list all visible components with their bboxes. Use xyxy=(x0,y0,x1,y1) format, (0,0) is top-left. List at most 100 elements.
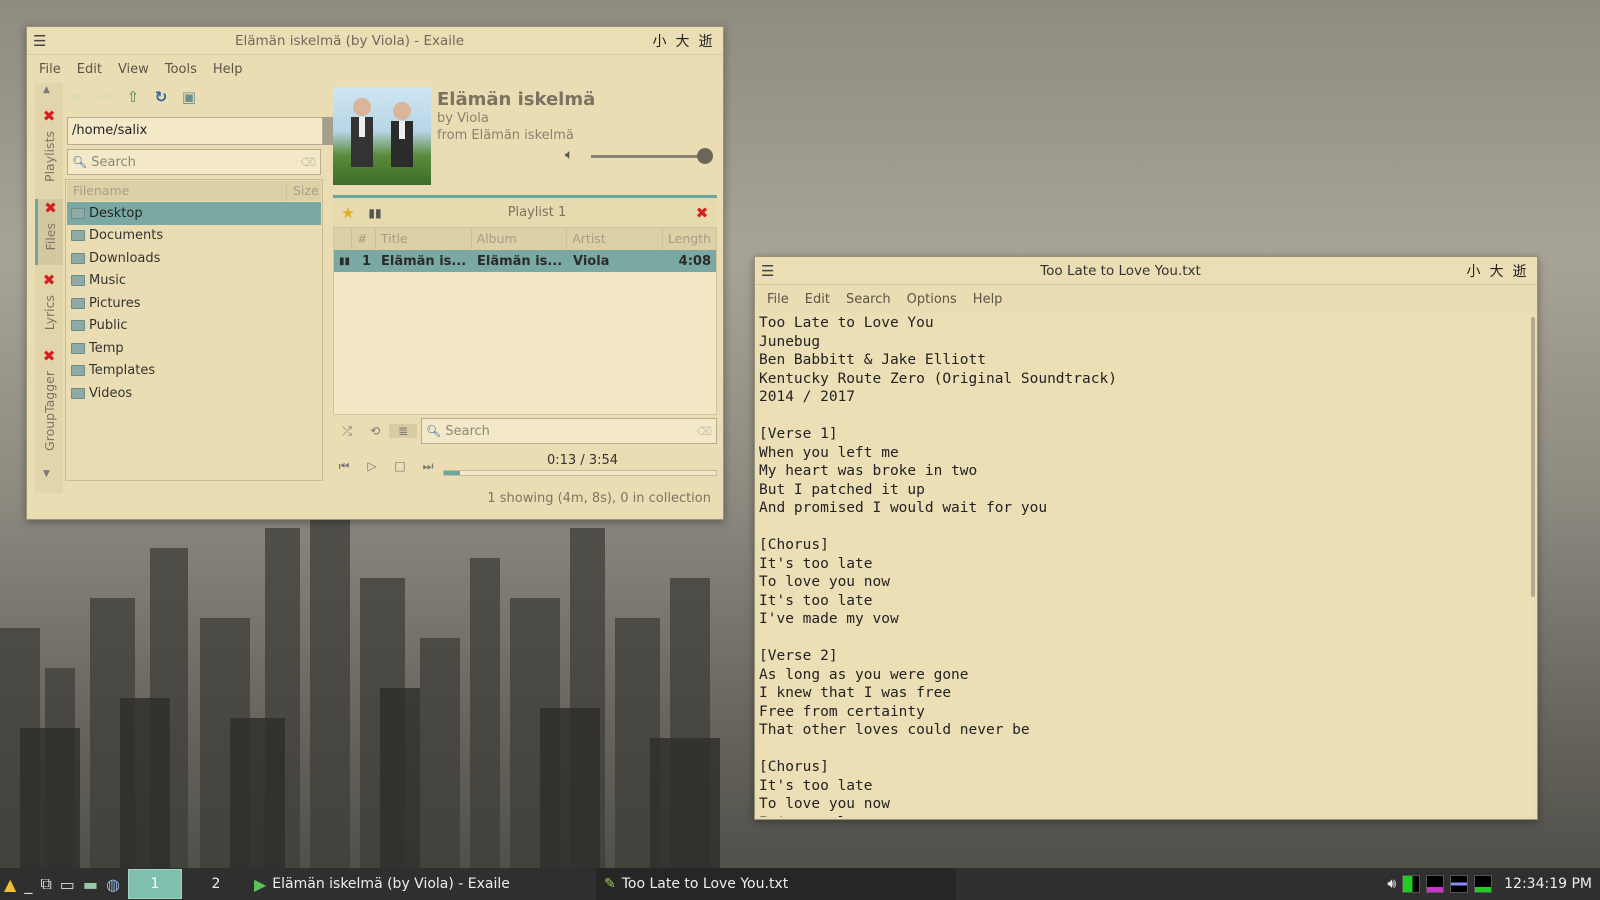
column-size[interactable]: Size xyxy=(287,181,321,201)
editor-app-icon: ✎ xyxy=(603,876,616,892)
repeat-icon[interactable]: ⟲ xyxy=(361,424,389,438)
pause-playlist-icon[interactable]: ▮▮ xyxy=(363,206,387,220)
column-length[interactable]: Length xyxy=(663,228,716,250)
list-item[interactable]: Videos xyxy=(67,382,321,405)
files-search-input[interactable]: 🔍︎ Search ⌫ xyxy=(67,149,321,175)
volume-icon[interactable]: 🔈︎ xyxy=(565,147,573,163)
column-title[interactable]: Title xyxy=(376,228,472,250)
file-manager-icon[interactable]: ▬ xyxy=(79,868,102,900)
volume-tray-icon[interactable]: 🔊︎ xyxy=(1387,876,1396,892)
list-item[interactable]: Public xyxy=(67,315,321,338)
tab-playlist-1[interactable]: Playlist 1 xyxy=(387,205,687,220)
close-tab-icon[interactable]: ✖ xyxy=(38,199,63,217)
album-art[interactable] xyxy=(333,87,431,185)
up-icon[interactable]: ⇧ xyxy=(123,87,143,107)
path-input[interactable]: /home/salix xyxy=(67,117,323,145)
close-tab-icon[interactable]: ✖ xyxy=(35,271,63,289)
menu-search[interactable]: Search xyxy=(838,292,899,307)
column-artist[interactable]: Artist xyxy=(567,228,663,250)
task-editor[interactable]: ✎ Too Late to Love You.txt xyxy=(595,868,956,900)
forward-icon[interactable]: ⇨ xyxy=(95,87,115,107)
menu-options[interactable]: Options xyxy=(899,292,965,307)
taskbar: ▲ _ ⧉ ▭ ▬ ◍ 1 2 ▶ Elämän iskelmä (by Vio… xyxy=(0,868,1600,900)
workspace-1[interactable]: 1 xyxy=(127,869,182,899)
refresh-icon[interactable]: ↻ xyxy=(151,87,171,107)
list-item[interactable]: Temp xyxy=(67,337,321,360)
menu-view[interactable]: View xyxy=(110,62,157,77)
clear-search-icon[interactable]: ⌫ xyxy=(300,156,316,169)
exaile-titlebar[interactable]: ☰ Elämän iskelmä (by Viola) - Exaile 小 大… xyxy=(27,27,723,55)
clock[interactable]: 12:34:19 PM xyxy=(1504,876,1592,892)
list-item[interactable]: Documents xyxy=(67,225,321,248)
list-item[interactable]: Desktop xyxy=(67,202,321,225)
tab-lyrics[interactable]: ✖ Lyrics xyxy=(35,271,63,334)
table-row[interactable]: ▮▮ 1 Elämän is... Elämän is... Viola 4:0… xyxy=(334,250,716,272)
editor-titlebar[interactable]: ☰ Too Late to Love You.txt 小 大 逝 xyxy=(755,257,1537,285)
scroll-down-icon[interactable]: ▼ xyxy=(43,469,50,479)
next-icon[interactable]: ⏭ xyxy=(417,459,439,474)
back-icon[interactable]: ⇦ xyxy=(67,87,87,107)
maximize-button[interactable]: 大 xyxy=(671,31,694,51)
previous-icon[interactable]: ⏮ xyxy=(333,459,355,474)
list-item[interactable]: Pictures xyxy=(67,292,321,315)
window-menu-icon[interactable]: ☰ xyxy=(761,262,779,280)
menu-file[interactable]: File xyxy=(31,62,69,77)
column-number[interactable]: # xyxy=(352,228,376,250)
start-menu-icon[interactable]: ▲ xyxy=(0,868,20,900)
menu-help[interactable]: Help xyxy=(965,292,1011,307)
volume-slider[interactable] xyxy=(591,155,703,158)
task-exaile[interactable]: ▶ Elämän iskelmä (by Viola) - Exaile xyxy=(246,868,596,900)
terminal-icon[interactable]: ▭ xyxy=(56,868,79,900)
home-folder-icon[interactable]: ▣ xyxy=(179,87,199,107)
minimize-button[interactable]: 小 xyxy=(648,31,671,51)
memory-graph-icon[interactable] xyxy=(1426,875,1445,893)
stop-icon[interactable]: □ xyxy=(389,459,411,474)
window-switcher-icon[interactable]: ⧉ xyxy=(36,868,55,900)
menu-edit[interactable]: Edit xyxy=(69,62,110,77)
tab-files[interactable]: ✖ Files xyxy=(35,199,63,265)
tab-playlists[interactable]: ✖ Playlists xyxy=(35,107,63,186)
vertical-scrollbar[interactable] xyxy=(1531,317,1535,597)
scroll-up-icon[interactable]: ▲ xyxy=(43,85,50,95)
volume-slider-handle[interactable] xyxy=(697,148,713,164)
cpu-graph-icon[interactable] xyxy=(1402,875,1421,893)
list-item[interactable]: Templates xyxy=(67,360,321,383)
exaile-menubar: File Edit View Tools Help xyxy=(27,55,723,83)
close-button[interactable]: 逝 xyxy=(694,31,717,51)
playback-time: 0:13 / 3:54 xyxy=(547,453,619,468)
menu-edit[interactable]: Edit xyxy=(797,292,838,307)
editor-window: ☰ Too Late to Love You.txt 小 大 逝 File Ed… xyxy=(754,256,1538,820)
tab-grouptagger[interactable]: ✖ GroupTagger xyxy=(35,347,63,455)
minimize-button[interactable]: 小 xyxy=(1462,261,1485,281)
column-filename[interactable]: Filename xyxy=(67,181,287,201)
window-menu-icon[interactable]: ☰ xyxy=(33,32,51,50)
seek-bar[interactable] xyxy=(443,470,717,476)
swap-graph-icon[interactable] xyxy=(1450,875,1469,893)
column-album[interactable]: Album xyxy=(472,228,568,250)
text-area[interactable]: Too Late to Love You Junebug Ben Babbitt… xyxy=(757,314,1531,817)
close-tab-icon[interactable]: ✖ xyxy=(35,107,63,125)
show-desktop-icon[interactable]: _ xyxy=(20,868,36,900)
dynamic-icon[interactable]: ≣ xyxy=(389,424,417,438)
web-browser-icon[interactable]: ◍ xyxy=(102,868,124,900)
shuffle-icon[interactable]: ⤮ xyxy=(333,424,361,439)
close-tab-icon[interactable]: ✖ xyxy=(35,347,63,365)
menu-help[interactable]: Help xyxy=(205,62,251,77)
workspace-2[interactable]: 2 xyxy=(186,868,246,900)
list-item[interactable]: Music xyxy=(67,270,321,293)
maximize-button[interactable]: 大 xyxy=(1485,261,1508,281)
column-status[interactable] xyxy=(334,228,352,250)
play-icon[interactable]: ▷ xyxy=(361,459,383,474)
folder-icon xyxy=(71,342,85,354)
clear-search-icon[interactable]: ⌫ xyxy=(696,425,712,438)
playlist-search-input[interactable]: 🔍︎ Search ⌫ xyxy=(421,418,717,444)
close-playlist-icon[interactable]: ✖ xyxy=(687,204,717,222)
document-text[interactable]: Too Late to Love You Junebug Ben Babbitt… xyxy=(757,314,1531,817)
network-graph-icon[interactable] xyxy=(1474,875,1493,893)
new-playlist-icon[interactable]: ★ xyxy=(333,204,363,222)
menu-file[interactable]: File xyxy=(759,292,797,307)
exaile-app-icon: ▶ xyxy=(253,874,267,894)
list-item[interactable]: Downloads xyxy=(67,247,321,270)
menu-tools[interactable]: Tools xyxy=(157,62,205,77)
close-button[interactable]: 逝 xyxy=(1508,261,1531,281)
